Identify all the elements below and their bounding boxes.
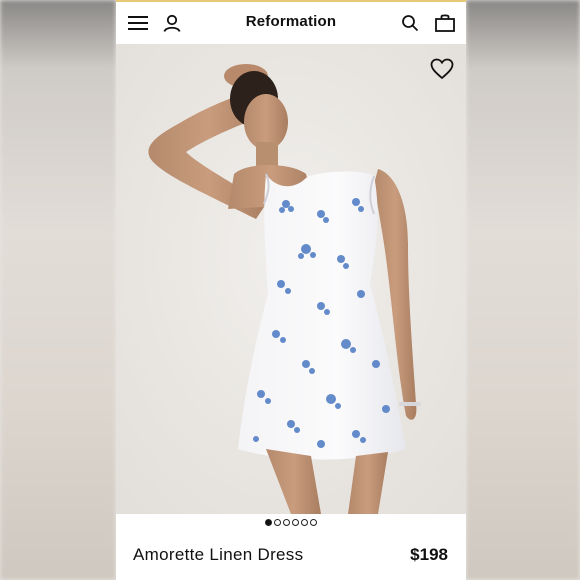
product-image[interactable] xyxy=(116,44,466,514)
product-info: Amorette Linen Dress $198 xyxy=(116,540,466,570)
carousel-dot-4[interactable] xyxy=(292,519,299,526)
product-price: $198 xyxy=(410,545,448,564)
background-blur-right xyxy=(466,0,580,580)
product-name: Amorette Linen Dress xyxy=(133,545,304,564)
app-screen: Reformation Amorette Linen Dress $198 xyxy=(116,0,466,580)
background-blur-left xyxy=(0,0,116,580)
shopping-bag-button[interactable] xyxy=(433,11,457,35)
search-icon xyxy=(402,15,419,32)
carousel-dot-1[interactable] xyxy=(265,519,272,526)
model-in-floral-dress-image xyxy=(116,44,466,514)
carousel-dot-6[interactable] xyxy=(310,519,317,526)
carousel-dot-5[interactable] xyxy=(301,519,308,526)
carousel-indicator xyxy=(116,519,466,526)
search-button[interactable] xyxy=(398,11,422,35)
app-header: Reformation xyxy=(116,2,466,44)
carousel-dot-3[interactable] xyxy=(283,519,290,526)
shopping-bag-icon xyxy=(435,14,455,32)
heart-icon[interactable] xyxy=(430,58,454,80)
carousel-dot-2[interactable] xyxy=(274,519,281,526)
